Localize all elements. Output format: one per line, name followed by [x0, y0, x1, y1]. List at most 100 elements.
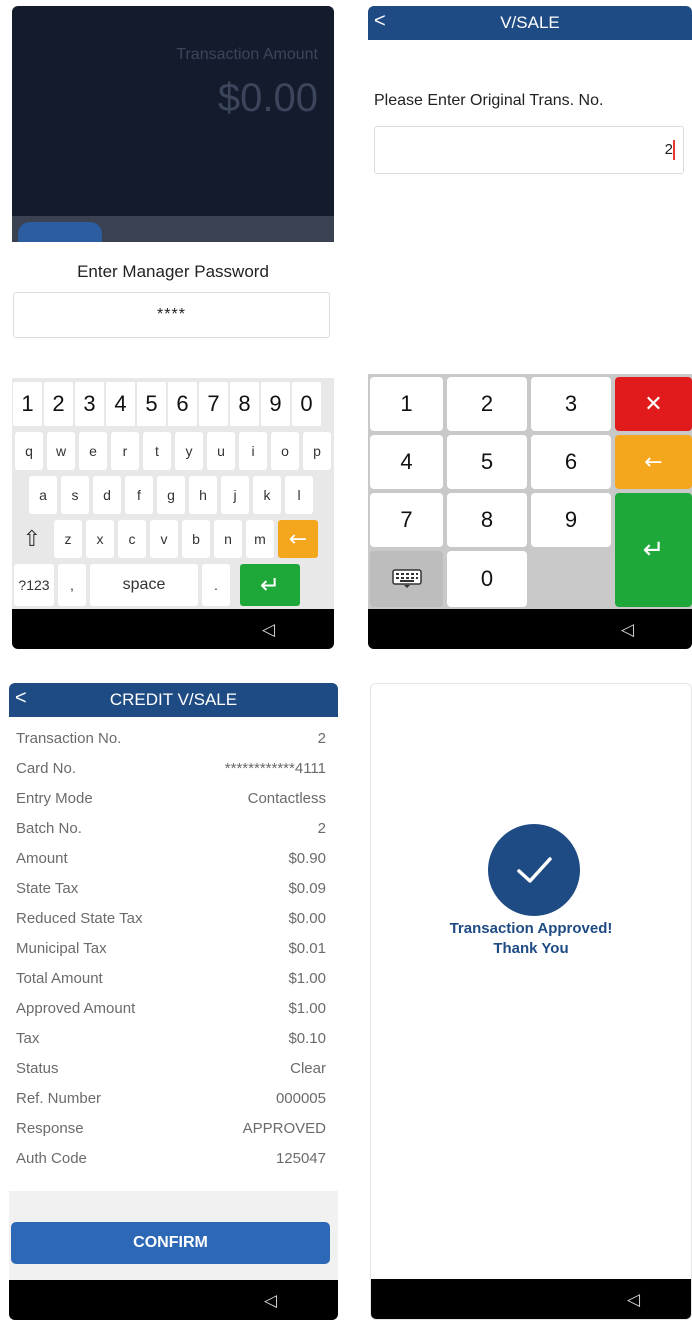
system-nav-bar: ◁: [368, 609, 692, 649]
space-key[interactable]: space: [90, 564, 198, 606]
key-6[interactable]: 6: [168, 382, 197, 426]
detail-row: Entry Mode Contactless: [9, 783, 338, 813]
key-5[interactable]: 5: [137, 382, 166, 426]
keyboard-row-qwerty: q w e r t y u i o p: [12, 432, 334, 470]
key-7[interactable]: 7: [199, 382, 228, 426]
manager-password-screen: Transaction Amount $0.00 Enter Manager P…: [12, 6, 334, 649]
detail-row: Municipal Tax $0.01: [9, 933, 338, 963]
key-x[interactable]: x: [86, 520, 114, 558]
backspace-key-icon[interactable]: ←: [615, 435, 692, 489]
key-8[interactable]: 8: [230, 382, 259, 426]
detail-value: 2: [317, 729, 326, 747]
keypad-3[interactable]: 3: [531, 377, 611, 431]
detail-label: Card No.: [16, 759, 77, 777]
amount-display: Transaction Amount $0.00: [12, 6, 334, 242]
keypad-7[interactable]: 7: [370, 493, 443, 547]
enter-key-icon[interactable]: ↵: [240, 564, 300, 606]
confirm-button[interactable]: CONFIRM: [11, 1222, 330, 1264]
key-f[interactable]: f: [125, 476, 153, 514]
key-l[interactable]: l: [285, 476, 313, 514]
key-k[interactable]: k: [253, 476, 281, 514]
detail-label: State Tax: [16, 879, 79, 897]
trans-no-value: 2: [664, 141, 673, 158]
trans-no-input[interactable]: 2: [374, 126, 684, 174]
detail-label: Municipal Tax: [16, 939, 107, 957]
keypad-0[interactable]: 0: [447, 551, 527, 607]
symbols-key[interactable]: ?123: [14, 564, 54, 606]
detail-value: $0.00: [288, 909, 326, 927]
soft-keyboard: 1 2 3 4 5 6 7 8 9 0 q w e r t y u i o p …: [12, 378, 334, 610]
key-t[interactable]: t: [143, 432, 171, 470]
detail-label: Status: [16, 1059, 59, 1077]
detail-row: Response APPROVED: [9, 1113, 338, 1143]
key-4[interactable]: 4: [106, 382, 135, 426]
active-tab: [18, 222, 102, 244]
backspace-key-icon[interactable]: ←: [278, 520, 318, 558]
detail-row: Total Amount $1.00: [9, 963, 338, 993]
nav-back-icon[interactable]: ◁: [621, 620, 634, 640]
comma-key[interactable]: ,: [58, 564, 86, 606]
numeric-keypad: 1 2 3 ✕ 4 5 6 ← 7 8 9 ↵ 0: [368, 374, 692, 610]
key-0[interactable]: 0: [292, 382, 321, 426]
transaction-amount-label: Transaction Amount: [176, 46, 318, 63]
key-s[interactable]: s: [61, 476, 89, 514]
keyboard-row-asdf: a s d f g h j k l: [12, 476, 334, 514]
key-g[interactable]: g: [157, 476, 185, 514]
title-bar: < V/SALE: [368, 6, 692, 40]
detail-row: Reduced State Tax $0.00: [9, 903, 338, 933]
key-w[interactable]: w: [47, 432, 75, 470]
key-o[interactable]: o: [271, 432, 299, 470]
key-n[interactable]: n: [214, 520, 242, 558]
system-nav-bar: ◁: [371, 1279, 691, 1319]
key-p[interactable]: p: [303, 432, 331, 470]
key-j[interactable]: j: [221, 476, 249, 514]
approved-message: Transaction Approved!: [449, 920, 613, 937]
enter-key-icon[interactable]: ↵: [615, 493, 692, 607]
key-m[interactable]: m: [246, 520, 274, 558]
transaction-amount-value: $0.00: [217, 76, 318, 120]
detail-label: Auth Code: [16, 1149, 87, 1167]
detail-value: $1.00: [288, 999, 326, 1017]
keypad-4[interactable]: 4: [370, 435, 443, 489]
key-a[interactable]: a: [29, 476, 57, 514]
detail-row: Approved Amount $1.00: [9, 993, 338, 1023]
keypad-2[interactable]: 2: [447, 377, 527, 431]
text-caret: [673, 140, 675, 160]
key-r[interactable]: r: [111, 432, 139, 470]
key-1[interactable]: 1: [13, 382, 42, 426]
detail-value: 000005: [275, 1089, 326, 1107]
password-field[interactable]: ****: [13, 292, 330, 338]
keypad-5[interactable]: 5: [447, 435, 527, 489]
key-i[interactable]: i: [239, 432, 267, 470]
key-e[interactable]: e: [79, 432, 107, 470]
clear-key-icon[interactable]: ✕: [615, 377, 692, 431]
detail-label: Total Amount: [16, 969, 103, 987]
key-z[interactable]: z: [54, 520, 82, 558]
transaction-approved-screen: Transaction Approved! Thank You ◁: [370, 683, 692, 1320]
key-q[interactable]: q: [15, 432, 43, 470]
key-u[interactable]: u: [207, 432, 235, 470]
key-9[interactable]: 9: [261, 382, 290, 426]
nav-back-icon[interactable]: ◁: [262, 620, 275, 640]
key-h[interactable]: h: [189, 476, 217, 514]
nav-back-icon[interactable]: ◁: [264, 1291, 277, 1311]
keypad-8[interactable]: 8: [447, 493, 527, 547]
keyboard-toggle-icon[interactable]: [370, 551, 443, 607]
key-y[interactable]: y: [175, 432, 203, 470]
detail-row: Auth Code 125047: [9, 1143, 338, 1173]
detail-value: 125047: [275, 1149, 326, 1167]
period-key[interactable]: .: [202, 564, 230, 606]
key-b[interactable]: b: [182, 520, 210, 558]
key-c[interactable]: c: [118, 520, 146, 558]
keypad-1[interactable]: 1: [370, 377, 443, 431]
key-d[interactable]: d: [93, 476, 121, 514]
key-3[interactable]: 3: [75, 382, 104, 426]
keypad-6[interactable]: 6: [531, 435, 611, 489]
key-2[interactable]: 2: [44, 382, 73, 426]
detail-row: Batch No. 2: [9, 813, 338, 843]
key-v[interactable]: v: [150, 520, 178, 558]
nav-back-icon[interactable]: ◁: [627, 1290, 640, 1310]
detail-value: Contactless: [247, 789, 326, 807]
shift-key-icon[interactable]: ⇧: [14, 520, 50, 558]
keypad-9[interactable]: 9: [531, 493, 611, 547]
